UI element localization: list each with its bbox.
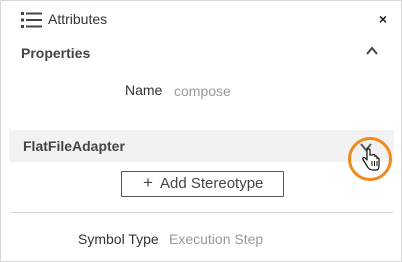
- add-stereotype-label: Add Stereotype: [160, 175, 264, 192]
- hand-cursor-icon: [362, 148, 380, 171]
- panel-title: Attributes: [48, 11, 108, 27]
- adapter-section-header[interactable]: FlatFileAdapter: [9, 130, 394, 162]
- chevron-up-icon[interactable]: [365, 45, 379, 57]
- properties-title: Properties: [21, 45, 91, 61]
- plus-icon: +: [143, 173, 153, 192]
- properties-section-header[interactable]: Properties: [1, 39, 401, 67]
- adapter-title: FlatFileAdapter: [23, 138, 125, 154]
- add-stereotype-button[interactable]: + Add Stereotype: [121, 171, 284, 197]
- list-icon: [21, 12, 42, 28]
- name-label: Name: [125, 82, 163, 98]
- attributes-panel: Attributes × Properties Name compose Fla…: [0, 0, 402, 262]
- panel-header: Attributes ×: [1, 1, 401, 37]
- divider: [11, 212, 393, 213]
- symbol-type-value[interactable]: Execution Step: [169, 231, 263, 247]
- close-button[interactable]: ×: [379, 12, 387, 26]
- symbol-type-label: Symbol Type: [78, 231, 159, 247]
- name-value[interactable]: compose: [174, 83, 231, 99]
